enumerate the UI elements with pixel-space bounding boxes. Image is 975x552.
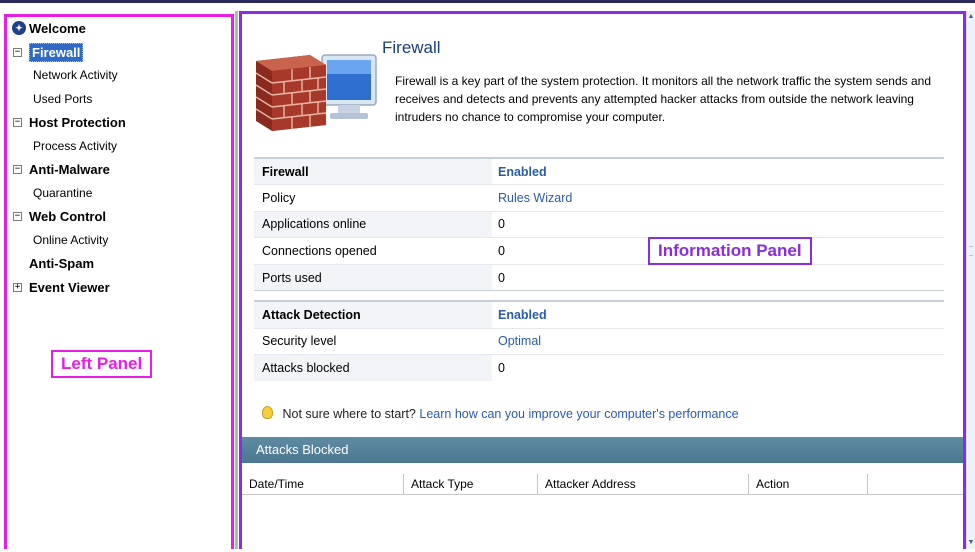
tip-text: Not sure where to start?: [282, 407, 416, 421]
tree-item-label: Web Control: [29, 209, 107, 224]
attacks-grid-body: [242, 496, 963, 552]
tree-item-event-viewer[interactable]: + Event Viewer: [7, 276, 231, 300]
scroll-up-icon[interactable]: ▲: [967, 11, 975, 23]
tree-item-label: Event Viewer: [29, 279, 110, 295]
attacks-blocked-header: Attacks Blocked: [242, 437, 963, 463]
status-value-link[interactable]: Enabled: [492, 157, 698, 185]
column-header-attacker-address[interactable]: Attacker Address: [538, 474, 749, 494]
status-label: Connections opened: [254, 237, 492, 265]
status-label: Policy: [254, 184, 492, 212]
app-window: ✦ Welcome − Firewall Network Activity Us…: [0, 0, 975, 552]
improve-performance-link[interactable]: Learn how can you improve your computer'…: [419, 407, 738, 421]
status-row: Security level Optimal: [254, 327, 944, 355]
status-label: Attack Detection: [254, 300, 492, 329]
status-value-link[interactable]: Optimal: [492, 327, 698, 355]
tree-item-label: Welcome: [29, 21, 86, 36]
status-row: Ports used 0: [254, 263, 944, 291]
status-row: Attacks blocked 0: [254, 354, 944, 382]
tree-item-label: Quarantine: [33, 185, 93, 200]
tree-item-web-control[interactable]: − Web Control: [7, 205, 231, 229]
navigation-tree: ✦ Welcome − Firewall Network Activity Us…: [7, 17, 231, 299]
collapse-icon[interactable]: −: [13, 118, 22, 127]
status-label: Attacks blocked: [254, 354, 492, 382]
tree-item-anti-spam[interactable]: Anti-Spam: [7, 252, 231, 276]
tree-item-label: Host Protection: [29, 115, 126, 130]
tree-item-label: Used Ports: [33, 91, 93, 106]
tree-item-label: Anti-Malware: [29, 162, 110, 177]
expand-icon[interactable]: +: [13, 282, 22, 292]
tree-item-host-protection[interactable]: − Host Protection: [7, 111, 231, 135]
vertical-scrollbar[interactable]: ▲ ▼: [966, 11, 975, 549]
information-panel: Firewall Firewall is a key part of the s…: [239, 11, 966, 552]
left-panel: ✦ Welcome − Firewall Network Activity Us…: [4, 14, 234, 549]
column-header-action[interactable]: Action: [749, 474, 868, 494]
status-row: Firewall Enabled: [254, 157, 944, 185]
welcome-icon: ✦: [12, 21, 26, 35]
lightbulb-icon: [262, 406, 273, 419]
collapse-icon[interactable]: −: [13, 212, 22, 221]
status-value: 0: [492, 210, 698, 238]
column-header-attack-type[interactable]: Attack Type: [404, 474, 538, 494]
tree-item-welcome[interactable]: ✦ Welcome: [7, 17, 231, 41]
tree-item-label: Anti-Spam: [29, 256, 94, 271]
status-label: Firewall: [254, 157, 492, 185]
status-value-link[interactable]: Enabled: [492, 300, 698, 329]
firewall-brick-wall-icon: [255, 54, 377, 131]
section-description: Firewall is a key part of the system pro…: [395, 74, 932, 124]
tree-item-network-activity[interactable]: Network Activity: [7, 64, 231, 88]
tree-item-label: Online Activity: [33, 232, 109, 247]
attacks-grid-header: Date/Time Attack Type Attacker Address A…: [242, 474, 963, 495]
status-row: Connections opened 0: [254, 237, 944, 265]
status-label: Applications online: [254, 210, 492, 238]
status-row: Attack Detection Enabled: [254, 300, 944, 329]
column-header-date-time[interactable]: Date/Time: [242, 474, 404, 494]
tree-item-online-activity[interactable]: Online Activity: [7, 229, 231, 253]
tree-item-anti-malware[interactable]: − Anti-Malware: [7, 158, 231, 182]
tree-item-process-activity[interactable]: Process Activity: [7, 135, 231, 159]
tip-line: Not sure where to start? Learn how can y…: [262, 406, 739, 421]
information-panel-annotation: Information Panel: [648, 237, 812, 265]
section-title: Firewall: [382, 38, 441, 57]
status-row: Applications online 0: [254, 210, 944, 238]
tree-item-label: Firewall: [29, 42, 84, 62]
tree-item-label: Network Activity: [33, 68, 118, 82]
status-label: Security level: [254, 327, 492, 355]
status-value: 0: [492, 263, 698, 291]
left-panel-annotation: Left Panel: [51, 350, 153, 378]
scroll-thumb[interactable]: [969, 246, 973, 256]
status-value: 0: [492, 354, 698, 382]
tree-item-label: Process Activity: [33, 138, 118, 153]
collapse-icon[interactable]: −: [13, 165, 22, 174]
scroll-down-icon[interactable]: ▼: [967, 537, 975, 549]
tree-item-used-ports[interactable]: Used Ports: [7, 88, 231, 112]
status-label: Ports used: [254, 263, 492, 291]
tree-item-quarantine[interactable]: Quarantine: [7, 182, 231, 206]
tree-item-firewall[interactable]: − Firewall: [7, 41, 231, 65]
status-table: Firewall Enabled Policy Rules Wizard App…: [254, 157, 944, 382]
collapse-icon[interactable]: −: [13, 47, 22, 57]
status-value-link[interactable]: Rules Wizard: [492, 184, 698, 212]
panel-splitter[interactable]: [235, 11, 238, 549]
status-row: Policy Rules Wizard: [254, 184, 944, 212]
